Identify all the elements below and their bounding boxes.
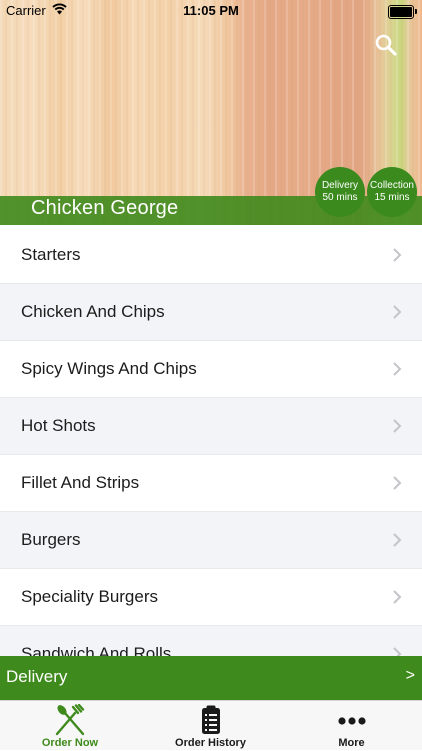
menu-item-label: Spicy Wings And Chips <box>21 359 197 378</box>
menu-item-chicken-and-chips[interactable]: Chicken And Chips <box>0 284 422 341</box>
menu-item-label: Hot Shots <box>21 416 96 435</box>
restaurant-name: Chicken George <box>31 197 179 219</box>
chevron-right-icon <box>393 362 402 376</box>
menu-item-fillet-and-strips[interactable]: Fillet And Strips <box>0 455 422 512</box>
menu-item-burgers[interactable]: Burgers <box>0 512 422 569</box>
menu-item-label: Speciality Burgers <box>21 587 159 606</box>
tab-more[interactable]: More <box>281 701 422 751</box>
more-dots-icon <box>337 717 366 725</box>
tab-label: Order Now <box>41 737 99 749</box>
battery-icon <box>388 5 417 19</box>
tab-order-history[interactable]: Order History <box>140 701 281 751</box>
menu-item-label: Chicken And Chips <box>21 302 165 321</box>
tab-order-now[interactable]: Order Now <box>0 701 140 751</box>
tab-label: More <box>338 737 365 749</box>
menu-item-label: Burgers <box>21 530 81 549</box>
menu-item-label: Starters <box>21 245 81 264</box>
fork-knife-icon <box>55 704 85 736</box>
delivery-mode-arrow: > <box>405 667 415 684</box>
tab-label: Order History <box>175 737 246 749</box>
collection-badge-time: 15 mins <box>374 192 410 203</box>
delivery-mode-bar[interactable]: Delivery > <box>0 656 422 700</box>
menu-item-hot-shots[interactable]: Hot Shots <box>0 398 422 455</box>
menu-item-spicy-wings-and-chips[interactable]: Spicy Wings And Chips <box>0 341 422 398</box>
menu-item-label: Fillet And Strips <box>21 473 140 492</box>
chevron-right-icon <box>393 533 402 547</box>
delivery-time-badge: Delivery 50 mins <box>315 167 365 217</box>
chevron-right-icon <box>393 419 402 433</box>
chevron-right-icon <box>393 248 402 262</box>
chevron-right-icon <box>393 476 402 490</box>
menu-item-starters[interactable]: Starters <box>0 227 422 284</box>
status-bar: Carrier 11:05 PM <box>0 0 422 22</box>
bottom-tab-bar: Order Now Order History More <box>0 700 422 750</box>
chevron-right-icon <box>393 590 402 604</box>
menu-item-speciality-burgers[interactable]: Speciality Burgers <box>0 569 422 626</box>
delivery-badge-title: Delivery <box>321 180 359 191</box>
status-time: 11:05 PM <box>183 3 239 18</box>
chevron-right-icon <box>393 305 402 319</box>
menu-category-list[interactable]: Starters Chicken And Chips Spicy Wings A… <box>0 227 422 657</box>
clipboard-icon <box>201 705 220 734</box>
delivery-badge-time: 50 mins <box>322 192 358 203</box>
collection-time-badge: Collection 15 mins <box>367 167 417 217</box>
search-icon[interactable] <box>373 32 399 58</box>
menu-item-sandwich-and-rolls[interactable]: Sandwich And Rolls <box>0 626 422 657</box>
collection-badge-title: Collection <box>370 180 414 191</box>
delivery-mode-label: Delivery <box>6 667 68 686</box>
